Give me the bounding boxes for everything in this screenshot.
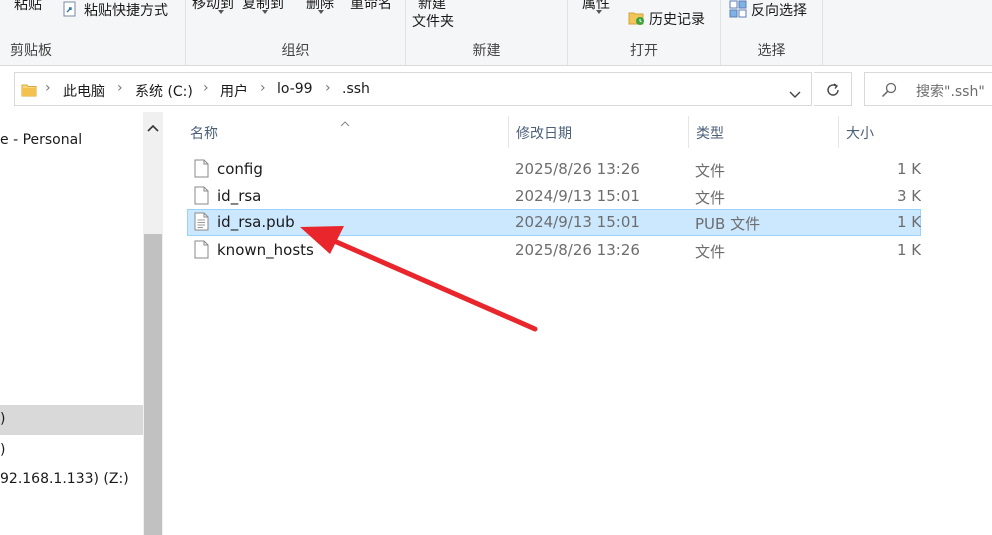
- file-icon: [194, 186, 209, 205]
- chevron-down-icon: [318, 10, 324, 14]
- refresh-button[interactable]: [814, 72, 852, 106]
- nav-item-selected[interactable]: ): [0, 405, 143, 435]
- column-divider[interactable]: [508, 116, 509, 148]
- ribbon-group-label: 剪贴板: [10, 43, 52, 59]
- nav-item-onedrive[interactable]: e - Personal: [0, 132, 82, 148]
- nav-item-network-drive[interactable]: 92.168.1.133) (Z:): [0, 471, 129, 487]
- history-icon: [628, 9, 645, 26]
- ribbon-group-select: 反向选择 选择: [721, 0, 823, 65]
- file-name: id_rsa: [217, 187, 262, 205]
- file-size: 1 K: [897, 160, 922, 178]
- ribbon: 粘贴 粘贴快捷方式 剪贴板 移动到 复制到 删除 重命名 组织 新建 文件夹 新…: [0, 0, 992, 66]
- rename-button[interactable]: 重命名: [350, 0, 392, 13]
- ribbon-group-label: 选择: [757, 43, 786, 59]
- paste-button[interactable]: 粘贴: [14, 0, 42, 14]
- file-icon: [194, 240, 209, 259]
- table-row[interactable]: known_hosts 2025/8/26 13:26 文件 1 K: [187, 237, 921, 264]
- invert-selection-icon: [729, 0, 747, 18]
- breadcrumb-separator[interactable]: ›: [203, 80, 209, 96]
- nav-item-label: 92.168.1.133) (Z:): [0, 471, 129, 487]
- file-name: config: [217, 160, 263, 178]
- file-size: 1 K: [897, 241, 922, 259]
- address-row: › 此电脑 › 系统 (C:) › 用户 › lo-99 › .ssh 搜索".…: [0, 66, 992, 112]
- nav-scrollbar-thumb[interactable]: [144, 234, 162, 535]
- file-type: PUB 文件: [695, 215, 761, 233]
- column-divider[interactable]: [838, 116, 839, 148]
- ribbon-group-open: 属性 历史记录 打开: [568, 0, 721, 65]
- chevron-down-icon: [596, 10, 602, 14]
- file-date: 2025/8/26 13:26: [515, 160, 640, 178]
- file-date: 2024/9/13 15:01: [515, 213, 640, 231]
- text-file-icon: [194, 212, 209, 231]
- list-right-margin: [921, 112, 992, 535]
- column-header-date[interactable]: 修改日期: [516, 123, 572, 143]
- file-type: 文件: [695, 162, 726, 180]
- file-date: 2025/8/26 13:26: [515, 241, 640, 259]
- nav-scrollbar[interactable]: [143, 112, 163, 535]
- file-date: 2024/9/13 15:01: [515, 187, 640, 205]
- breadcrumb-separator[interactable]: ›: [45, 80, 51, 96]
- breadcrumb-separator[interactable]: ›: [260, 80, 266, 96]
- breadcrumb-user[interactable]: lo-99: [277, 81, 313, 97]
- chevron-down-icon[interactable]: [789, 87, 801, 103]
- file-type: 文件: [695, 189, 726, 207]
- navigation-pane: e - Personal ) ) 92.168.1.133) (Z:): [0, 112, 163, 535]
- address-bar[interactable]: › 此电脑 › 系统 (C:) › 用户 › lo-99 › .ssh: [14, 72, 812, 106]
- breadcrumb-users[interactable]: 用户: [220, 81, 248, 101]
- file-icon: [194, 159, 209, 178]
- column-divider[interactable]: [688, 116, 689, 148]
- column-header-type[interactable]: 类型: [696, 123, 724, 143]
- ribbon-group-label: 新建: [472, 43, 501, 59]
- nav-item-label: ): [0, 411, 6, 427]
- breadcrumb-ssh[interactable]: .ssh: [342, 81, 370, 97]
- breadcrumb-separator[interactable]: ›: [325, 80, 331, 96]
- sort-ascending-icon: [340, 115, 350, 131]
- file-size: 1 K: [897, 213, 922, 231]
- nav-item-label: e - Personal: [0, 132, 83, 148]
- file-size: 3 K: [897, 187, 922, 205]
- ribbon-group-new: 新建 文件夹 新建: [406, 0, 568, 65]
- breadcrumb-this-pc[interactable]: 此电脑: [63, 81, 105, 101]
- ribbon-group-label: 打开: [630, 43, 658, 59]
- folder-icon: [21, 82, 37, 98]
- paste-shortcut-icon: [63, 1, 77, 17]
- file-type: 文件: [695, 243, 726, 261]
- ribbon-group-organize: 移动到 复制到 删除 重命名 组织: [186, 0, 406, 65]
- column-header-size[interactable]: 大小: [846, 123, 874, 143]
- ribbon-group-label: 组织: [281, 43, 310, 59]
- nav-item-drive[interactable]: ): [0, 442, 5, 458]
- table-row-selected[interactable]: id_rsa.pub 2024/9/13 15:01 PUB 文件 1 K: [187, 209, 921, 236]
- search-placeholder: 搜索".ssh": [916, 84, 985, 100]
- table-row[interactable]: id_rsa 2024/9/13 15:01 文件 3 K: [187, 183, 921, 210]
- ribbon-group-clipboard: 粘贴 粘贴快捷方式 剪贴板: [0, 0, 186, 65]
- chevron-down-icon: [218, 10, 224, 14]
- file-name: known_hosts: [217, 241, 314, 259]
- new-folder-label-2: 文件夹: [412, 14, 454, 30]
- file-name: id_rsa.pub: [217, 213, 295, 231]
- breadcrumb-separator[interactable]: ›: [117, 80, 123, 96]
- nav-item-label: ): [0, 442, 6, 458]
- column-header-name[interactable]: 名称: [190, 123, 218, 143]
- chevron-down-icon: [262, 10, 268, 14]
- breadcrumb-system-c[interactable]: 系统 (C:): [135, 81, 193, 101]
- search-input[interactable]: 搜索".ssh": [864, 72, 992, 106]
- history-button[interactable]: 历史记录: [649, 9, 705, 29]
- scroll-up-icon[interactable]: [147, 120, 159, 136]
- invert-selection-button[interactable]: 反向选择: [751, 0, 807, 20]
- paste-shortcut-button[interactable]: 粘贴快捷方式: [84, 0, 168, 20]
- table-row[interactable]: config 2025/8/26 13:26 文件 1 K: [187, 156, 921, 183]
- file-list: 名称 修改日期 类型 大小 config 2025/8/26 13:26 文件 …: [163, 112, 992, 535]
- refresh-icon: [825, 82, 841, 102]
- search-icon: [881, 82, 897, 102]
- move-to-button[interactable]: 移动到: [192, 0, 234, 13]
